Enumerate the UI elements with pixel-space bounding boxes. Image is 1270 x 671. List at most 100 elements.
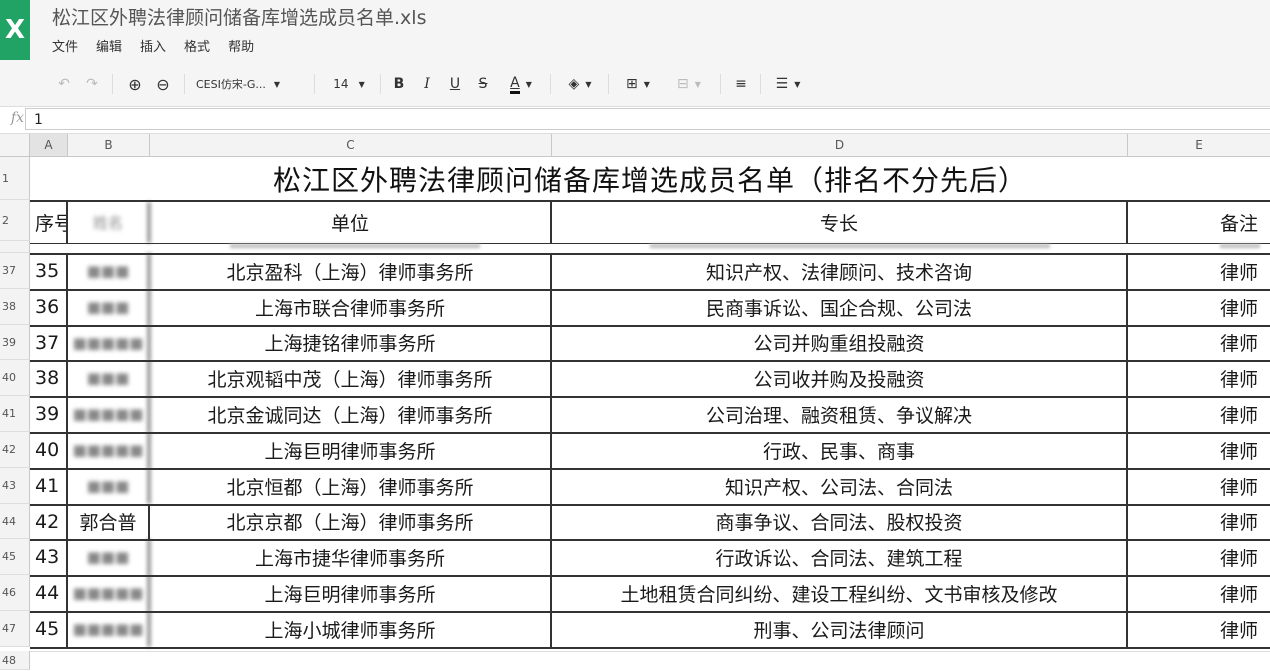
row-header-1[interactable]: 1 bbox=[0, 157, 30, 200]
column-header-b[interactable]: B bbox=[68, 134, 150, 156]
note-cell[interactable]: 律师 bbox=[1128, 611, 1270, 647]
org-cell[interactable]: 北京恒都（上海）律师事务所 bbox=[150, 468, 552, 504]
merge-cells-button[interactable]: ⊟ ▼ bbox=[666, 72, 712, 96]
specialty-cell[interactable]: 商事争议、合同法、股权投资 bbox=[552, 504, 1128, 539]
org-cell[interactable]: 上海市联合律师事务所 bbox=[150, 289, 552, 325]
seq-cell[interactable]: 45 bbox=[30, 611, 68, 647]
menu-insert[interactable]: 插入 bbox=[140, 36, 166, 55]
specialty-cell[interactable]: 知识产权、法律顾问、技术咨询 bbox=[552, 253, 1128, 289]
undo-icon[interactable]: ↶ bbox=[54, 72, 74, 96]
name-cell[interactable]: ■■■ bbox=[68, 253, 150, 289]
column-header-e[interactable]: E bbox=[1128, 134, 1270, 156]
redo-icon[interactable]: ↷ bbox=[82, 72, 102, 96]
row-header[interactable]: 38 bbox=[0, 289, 30, 325]
org-cell[interactable]: 上海捷铭律师事务所 bbox=[150, 325, 552, 360]
org-cell[interactable]: 上海市捷华律师事务所 bbox=[150, 539, 552, 575]
note-cell[interactable]: 律师 bbox=[1128, 575, 1270, 611]
note-cell[interactable]: 律师 bbox=[1128, 468, 1270, 504]
org-cell[interactable]: 北京京都（上海）律师事务所 bbox=[150, 504, 552, 539]
column-header-d[interactable]: D bbox=[552, 134, 1128, 156]
fill-color-button[interactable]: ◈ ▼ bbox=[560, 72, 600, 96]
header-specialty[interactable]: 专长 bbox=[552, 202, 1128, 243]
row-header-48[interactable]: 48 bbox=[0, 651, 30, 670]
specialty-cell[interactable]: 公司并购重组投融资 bbox=[552, 325, 1128, 360]
name-cell[interactable]: ■■■■■ bbox=[68, 432, 150, 468]
row-header[interactable]: 40 bbox=[0, 360, 30, 396]
org-cell[interactable]: 上海巨明律师事务所 bbox=[150, 575, 552, 611]
org-cell[interactable]: 北京观韬中茂（上海）律师事务所 bbox=[150, 360, 552, 396]
zoom-out-icon[interactable]: ⊖ bbox=[152, 72, 174, 96]
name-cell[interactable]: ■■■ bbox=[68, 289, 150, 325]
row-header-partial[interactable] bbox=[0, 241, 30, 253]
seq-cell[interactable]: 37 bbox=[30, 325, 68, 360]
org-cell[interactable]: 上海巨明律师事务所 bbox=[150, 432, 552, 468]
row-header[interactable]: 42 bbox=[0, 432, 30, 468]
seq-cell[interactable]: 41 bbox=[30, 468, 68, 504]
seq-cell[interactable]: 38 bbox=[30, 360, 68, 396]
align-button[interactable]: ☰ ▼ bbox=[768, 72, 808, 96]
wrap-text-icon[interactable]: ≡ bbox=[730, 72, 752, 96]
name-cell[interactable]: ■■■ bbox=[68, 468, 150, 504]
note-cell[interactable]: 律师 bbox=[1128, 432, 1270, 468]
row-header[interactable]: 39 bbox=[0, 325, 30, 360]
row-header[interactable]: 47 bbox=[0, 611, 30, 647]
menu-help[interactable]: 帮助 bbox=[228, 36, 254, 55]
note-cell[interactable]: 律师 bbox=[1128, 253, 1270, 289]
name-cell[interactable]: ■■■ bbox=[68, 360, 150, 396]
row-header[interactable]: 37 bbox=[0, 253, 30, 289]
underline-button[interactable]: U bbox=[446, 72, 464, 96]
note-cell[interactable]: 律师 bbox=[1128, 396, 1270, 432]
seq-cell[interactable]: 36 bbox=[30, 289, 68, 325]
specialty-cell[interactable]: 知识产权、公司法、合同法 bbox=[552, 468, 1128, 504]
name-cell[interactable]: ■■■■■ bbox=[68, 611, 150, 647]
formula-input[interactable]: 1 bbox=[25, 108, 1270, 130]
menu-file[interactable]: 文件 bbox=[52, 36, 78, 55]
menu-format[interactable]: 格式 bbox=[184, 36, 210, 55]
org-cell[interactable]: 北京金诚同达（上海）律师事务所 bbox=[150, 396, 552, 432]
org-cell[interactable]: 北京盈科（上海）律师事务所 bbox=[150, 253, 552, 289]
specialty-cell[interactable]: 行政诉讼、合同法、建筑工程 bbox=[552, 539, 1128, 575]
name-cell[interactable]: 郭合普 bbox=[68, 504, 150, 539]
borders-button[interactable]: ⊞ ▼ bbox=[618, 72, 658, 96]
specialty-cell[interactable]: 土地租赁合同纠纷、建设工程纠纷、文书审核及修改 bbox=[552, 575, 1128, 611]
empty-row[interactable] bbox=[30, 651, 1270, 671]
specialty-cell[interactable]: 刑事、公司法律顾问 bbox=[552, 611, 1128, 647]
font-name-select[interactable]: CESI仿宋-G... ▼ bbox=[196, 72, 306, 96]
seq-cell[interactable]: 42 bbox=[30, 504, 68, 539]
zoom-in-icon[interactable]: ⊕ bbox=[124, 72, 146, 96]
seq-cell[interactable]: 43 bbox=[30, 539, 68, 575]
seq-cell[interactable]: 35 bbox=[30, 253, 68, 289]
note-cell[interactable]: 律师 bbox=[1128, 539, 1270, 575]
seq-cell[interactable]: 39 bbox=[30, 396, 68, 432]
name-cell[interactable]: ■■■ bbox=[68, 539, 150, 575]
header-org[interactable]: 单位 bbox=[150, 202, 552, 243]
specialty-cell[interactable]: 公司收并购及投融资 bbox=[552, 360, 1128, 396]
row-header[interactable]: 46 bbox=[0, 575, 30, 611]
seq-cell[interactable]: 44 bbox=[30, 575, 68, 611]
bold-button[interactable]: B bbox=[390, 72, 408, 96]
note-cell[interactable]: 律师 bbox=[1128, 504, 1270, 539]
italic-button[interactable]: I bbox=[418, 72, 436, 96]
row-header[interactable]: 45 bbox=[0, 539, 30, 575]
note-cell[interactable]: 律师 bbox=[1128, 289, 1270, 325]
name-cell[interactable]: ■■■■■ bbox=[68, 575, 150, 611]
name-cell[interactable]: ■■■■■ bbox=[68, 325, 150, 360]
menu-edit[interactable]: 编辑 bbox=[96, 36, 122, 55]
specialty-cell[interactable]: 公司治理、融资租赁、争议解决 bbox=[552, 396, 1128, 432]
org-cell[interactable]: 上海小城律师事务所 bbox=[150, 611, 552, 647]
sheet-title-cell[interactable]: 松江区外聘法律顾问储备库增选成员名单（排名不分先后） bbox=[30, 157, 1270, 201]
column-header-a[interactable]: A bbox=[30, 134, 68, 156]
strikethrough-button[interactable]: S bbox=[474, 72, 492, 96]
row-header-2[interactable]: 2 bbox=[0, 200, 30, 241]
header-note[interactable]: 备注 bbox=[1128, 202, 1270, 243]
note-cell[interactable]: 律师 bbox=[1128, 360, 1270, 396]
name-cell[interactable]: ■■■■■ bbox=[68, 396, 150, 432]
font-size-select[interactable]: 14 ▼ bbox=[326, 72, 372, 96]
row-header[interactable]: 44 bbox=[0, 504, 30, 539]
document-title[interactable]: 松江区外聘法律顾问储备库增选成员名单.xls bbox=[52, 3, 426, 30]
header-name[interactable]: 姓名 bbox=[68, 202, 150, 243]
note-cell[interactable]: 律师 bbox=[1128, 325, 1270, 360]
column-header-c[interactable]: C bbox=[150, 134, 552, 156]
font-color-button[interactable]: A ▼ bbox=[502, 72, 540, 96]
row-header[interactable]: 41 bbox=[0, 396, 30, 432]
